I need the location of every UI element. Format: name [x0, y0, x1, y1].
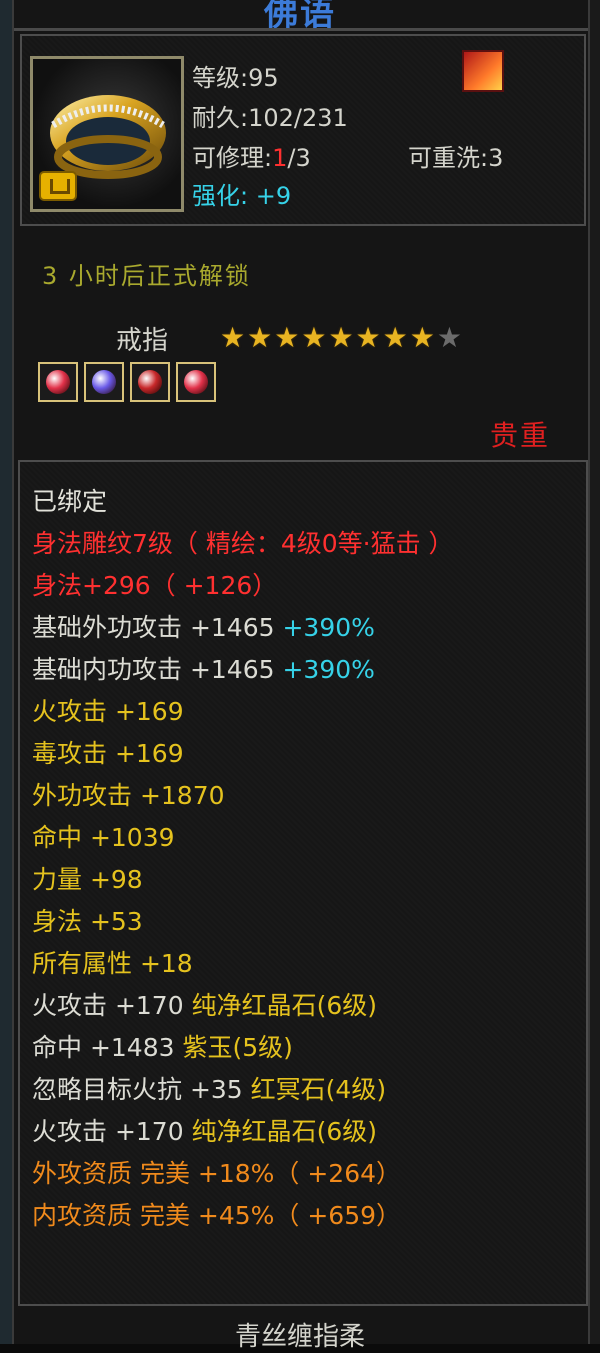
attribute-text: 外攻资质 完美 +18%（ +264）: [32, 1159, 402, 1188]
rarity-label: 贵重: [490, 419, 551, 452]
gem-source: 纯净红晶石(6级): [191, 991, 377, 1020]
purple-gem-icon: [92, 370, 116, 394]
attribute-line: 命中 +1483 紫玉(5级): [32, 1028, 454, 1070]
attribute-value: 火攻击 +170: [32, 991, 192, 1020]
attribute-line: 所有属性 +18: [32, 944, 454, 986]
attribute-value: 火攻击 +170: [32, 1117, 192, 1146]
durability-value: 102/231: [248, 104, 348, 132]
attribute-text: 外功攻击 +1870: [32, 781, 225, 810]
gem-source: 红冥石(4级): [250, 1075, 387, 1104]
attribute-line: 身法 +53: [32, 902, 454, 944]
attribute-text: 身法 +53: [32, 907, 143, 936]
attribute-text: 基础外功攻击 +1465: [32, 613, 283, 642]
star-filled-icon: ★: [355, 321, 381, 354]
attribute-line: 内攻资质 完美 +45%（ +659）: [32, 1196, 454, 1238]
enhance-value: +9: [255, 182, 292, 210]
quality-flame-icon: [462, 50, 504, 92]
red-gem-icon: [184, 370, 208, 394]
attribute-value: 忽略目标火抗 +35: [32, 1075, 251, 1104]
attribute-bonus: +390%: [282, 655, 375, 684]
gem-socket[interactable]: [84, 362, 124, 402]
level-row: 等级:95: [192, 64, 279, 92]
attribute-text: 力量 +98: [32, 865, 143, 894]
rewash-value: 3: [488, 144, 504, 172]
star-empty-icon: ★: [436, 321, 462, 354]
attribute-text: 所有属性 +18: [32, 949, 193, 978]
attribute-line: 已绑定: [32, 482, 454, 524]
gem-socket[interactable]: [130, 362, 170, 402]
attribute-bonus: +390%: [282, 613, 375, 642]
attribute-text: 身法+296（ +126）: [32, 571, 278, 600]
attribute-value: 命中 +1483: [32, 1033, 183, 1062]
attribute-line: 忽略目标火抗 +35 红冥石(4级): [32, 1070, 454, 1112]
gem-source: 纯净红晶石(6级): [191, 1117, 377, 1146]
attribute-line: 火攻击 +170 纯净红晶石(6级): [32, 986, 454, 1028]
attribute-line: 外攻资质 完美 +18%（ +264）: [32, 1154, 454, 1196]
durability-label: 耐久: [192, 104, 240, 132]
header-divider: [14, 28, 588, 31]
equipment-slot-name: 戒指: [116, 326, 169, 356]
attribute-text: 身法雕纹7级（ 精绘：4级0等·猛击 ）: [32, 529, 454, 558]
star-filled-icon: ★: [301, 321, 327, 354]
attribute-text: 火攻击 +169: [32, 697, 184, 726]
repair-row: 可修理:1/3: [192, 144, 311, 172]
repair-current: 1: [272, 144, 288, 172]
star-filled-icon: ★: [382, 321, 408, 354]
star-rating: ★ ★ ★ ★ ★ ★ ★ ★ ★: [220, 324, 462, 352]
attribute-text: 内攻资质 完美 +45%（ +659）: [32, 1201, 402, 1230]
attribute-line: 身法雕纹7级（ 精绘：4级0等·猛击 ）: [32, 524, 454, 566]
gem-socket[interactable]: [176, 362, 216, 402]
repair-max: /3: [287, 144, 311, 172]
attribute-line: 身法+296（ +126）: [32, 566, 454, 608]
crimson-gem-icon: [138, 370, 162, 394]
level-value: 95: [248, 64, 279, 92]
attribute-list: 已绑定身法雕纹7级（ 精绘：4级0等·猛击 ） 身法+296（ +126） 基础外功…: [32, 482, 454, 1238]
socket-gems: [38, 362, 216, 402]
enhance-label: 强化: [192, 182, 240, 210]
rewash-row: 可重洗:3: [408, 144, 504, 172]
star-filled-icon: ★: [328, 321, 354, 354]
level-label: 等级: [192, 64, 240, 92]
attribute-line: 力量 +98: [32, 860, 454, 902]
repair-label: 可修理: [192, 144, 264, 172]
attribute-line: 毒攻击 +169: [32, 734, 454, 776]
attribute-text: 毒攻击 +169: [32, 739, 184, 768]
attribute-text: 已绑定: [32, 487, 108, 516]
attribute-line: 基础内功攻击 +1465 +390%: [32, 650, 454, 692]
gem-socket[interactable]: [38, 362, 78, 402]
left-edge: [0, 0, 12, 1344]
bound-lock-icon: [39, 171, 77, 201]
red-gem-icon: [46, 370, 70, 394]
star-filled-icon: ★: [247, 321, 273, 354]
enhance-row: 强化: +9: [192, 182, 292, 210]
unlock-timer-text: 3 小时后正式解锁: [42, 262, 251, 290]
attribute-text: 基础内功攻击 +1465: [32, 655, 283, 684]
item-icon-frame[interactable]: [30, 56, 184, 212]
attribute-line: 火攻击 +169: [32, 692, 454, 734]
star-filled-icon: ★: [220, 321, 246, 354]
attribute-line: 火攻击 +170 纯净红晶石(6级): [32, 1112, 454, 1154]
star-filled-icon: ★: [274, 321, 300, 354]
right-edge: [590, 0, 600, 1344]
star-filled-icon: ★: [409, 321, 435, 354]
attribute-text: 命中 +1039: [32, 823, 175, 852]
attribute-line: 基础外功攻击 +1465 +390%: [32, 608, 454, 650]
item-footer-text: 青丝缠指柔: [234, 1322, 365, 1352]
gem-source: 紫玉(5级): [182, 1033, 293, 1062]
attribute-line: 命中 +1039: [32, 818, 454, 860]
durability-row: 耐久:102/231: [192, 104, 348, 132]
rewash-label: 可重洗: [408, 144, 480, 172]
attribute-line: 外功攻击 +1870: [32, 776, 454, 818]
